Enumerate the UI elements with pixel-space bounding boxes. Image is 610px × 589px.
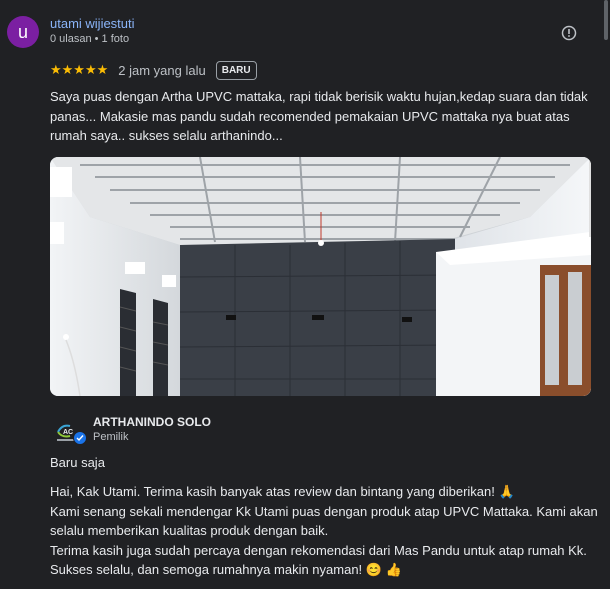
rating-row: ★★★★★ 2 jam yang lalu BARU — [50, 60, 257, 80]
report-button[interactable] — [560, 24, 578, 42]
scrollbar[interactable] — [604, 0, 608, 40]
reply-line: Terima kasih juga sudah percaya dengan r… — [50, 542, 587, 558]
info-circle-icon — [561, 25, 577, 41]
reply-line: Sukses selalu, dan semoga rumahnya makin… — [50, 562, 402, 577]
reviewer-avatar[interactable]: u — [7, 16, 39, 48]
svg-text:AC: AC — [63, 429, 73, 436]
reply-line: Kami senang sekali mendengar Kk Utami pu… — [50, 503, 598, 519]
reviewer-meta: 0 ulasan • 1 foto — [50, 33, 130, 45]
reply-line: selalu memberikan kualitas produk dengan… — [50, 523, 329, 538]
avatar-letter: u — [17, 21, 28, 42]
reply-line: Hai, Kak Utami. Terima kasih banyak atas… — [50, 484, 515, 499]
reviewer-name[interactable]: utami wijiestuti — [50, 16, 135, 31]
review-time: 2 jam yang lalu — [118, 62, 206, 78]
new-badge: BARU — [215, 60, 257, 80]
owner-name[interactable]: ARTHANINDO SOLO — [93, 415, 211, 429]
verified-owner-icon — [73, 431, 87, 445]
review-text: Saya puas dengan Artha UPVC mattaka, rap… — [50, 89, 588, 143]
reply-time: Baru saja — [50, 455, 105, 470]
star-rating: ★★★★★ — [50, 62, 109, 77]
owner-role: Pemilik — [93, 431, 129, 443]
review-photo[interactable] — [50, 157, 591, 396]
room-photo-illustration — [50, 157, 591, 396]
owner-reply-text: Hai, Kak Utami. Terima kasih banyak atas… — [50, 482, 598, 580]
